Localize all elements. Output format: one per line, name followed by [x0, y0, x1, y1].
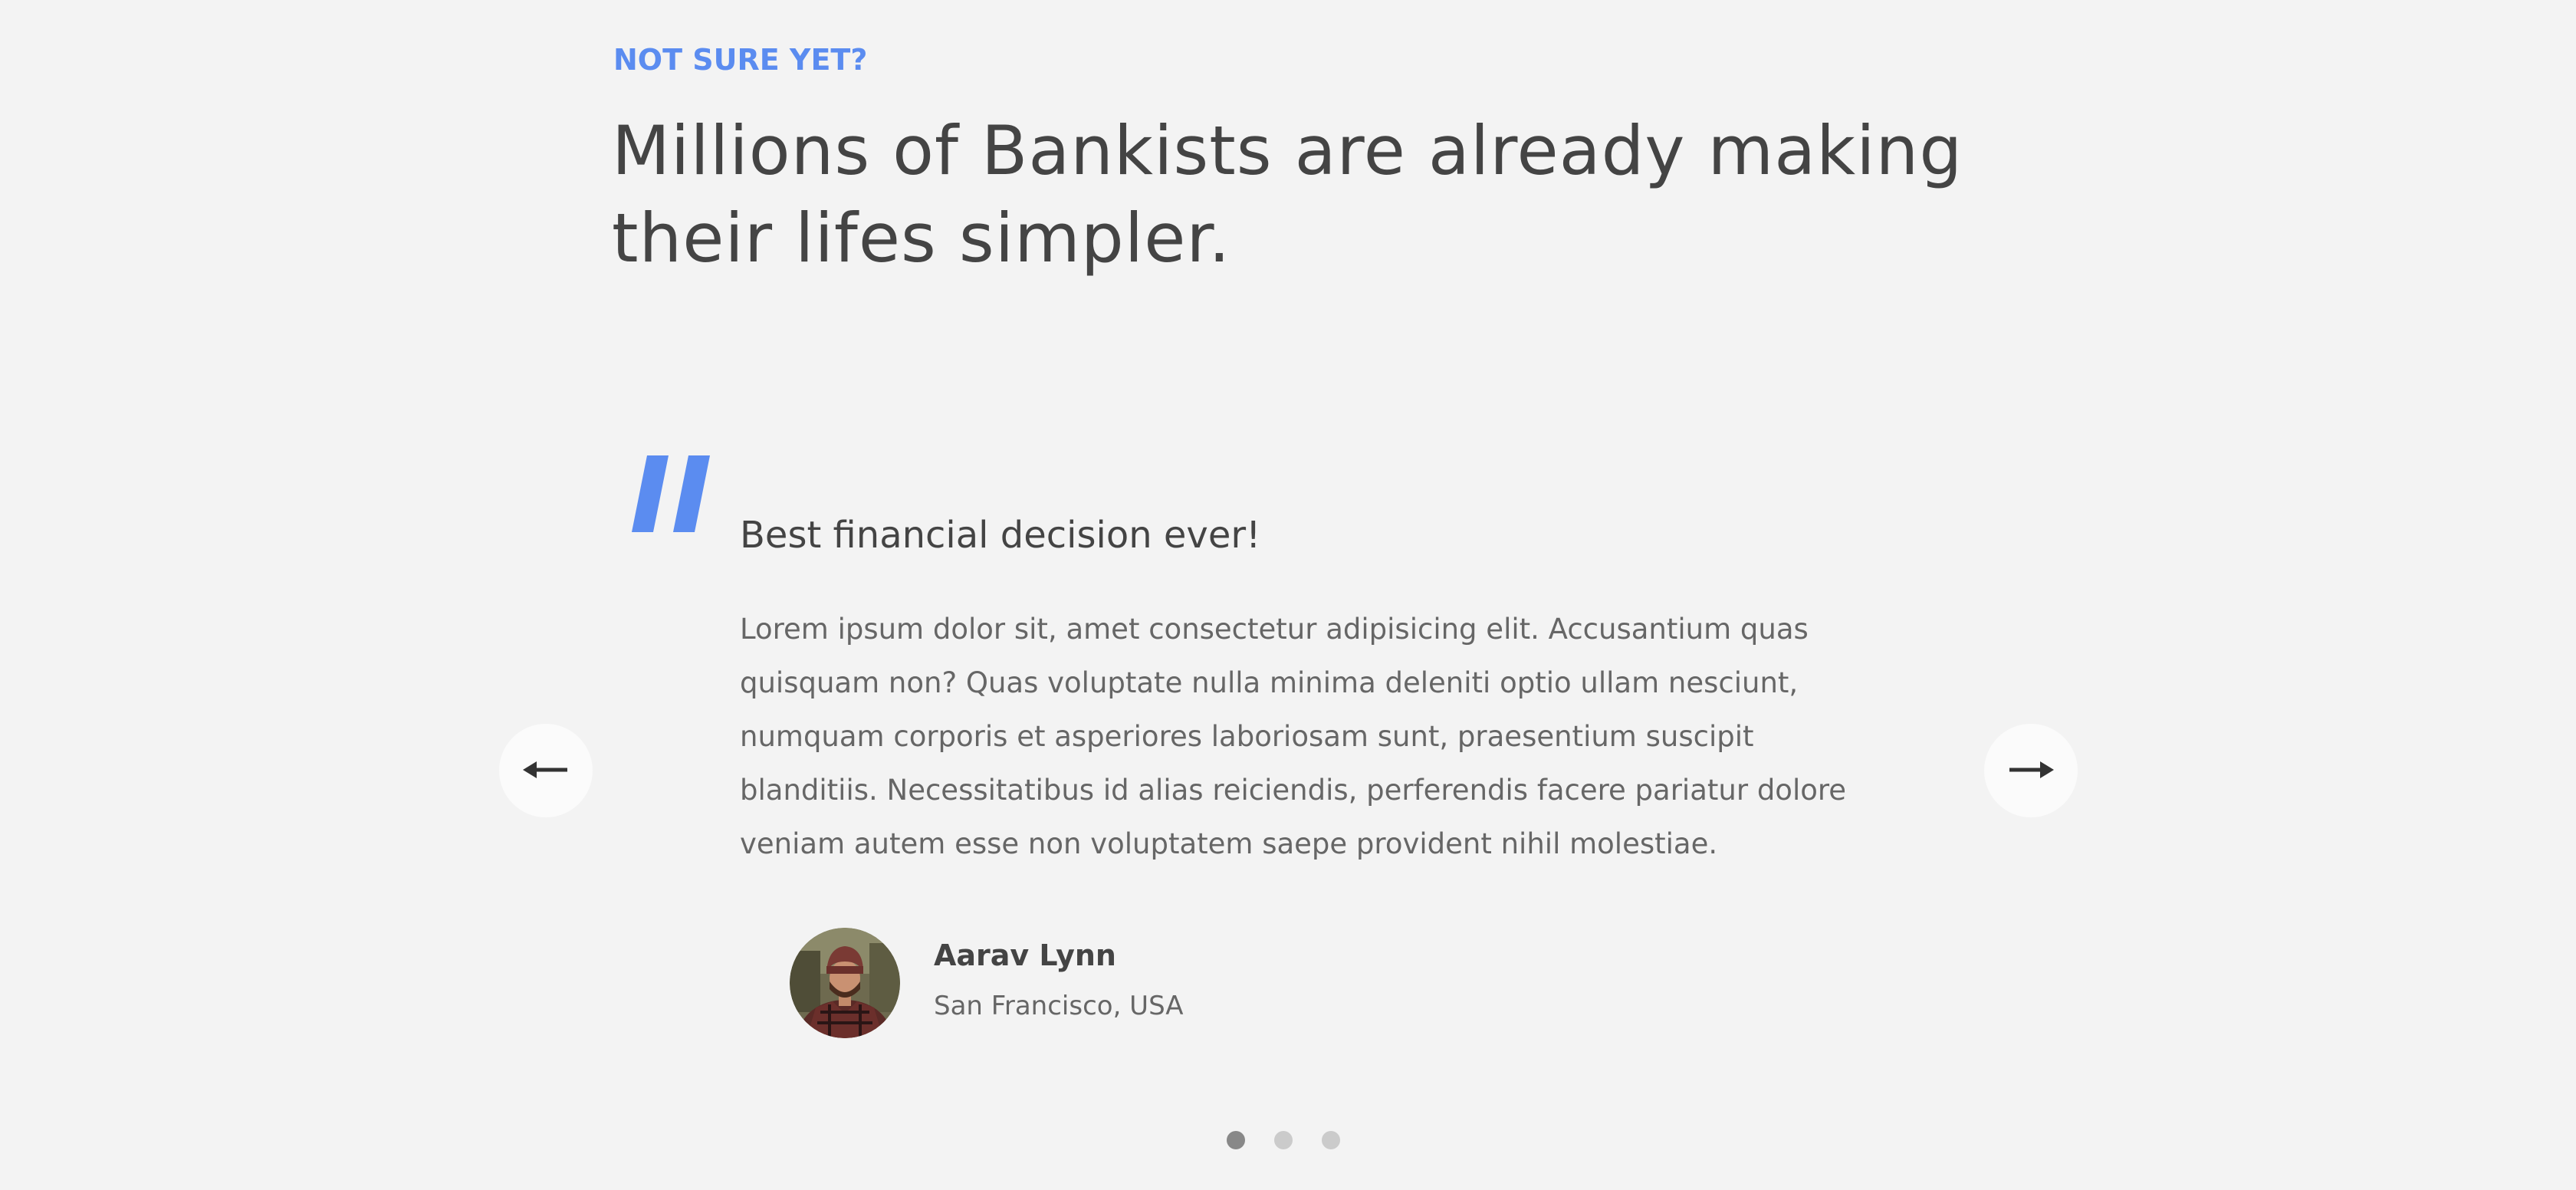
author-name: Aarav Lynn: [934, 939, 1116, 972]
arrow-right-icon: [2008, 758, 2054, 784]
slider-dot-3[interactable]: [1322, 1131, 1340, 1149]
quote-icon: [630, 455, 730, 532]
testimonial-header: Best financial decision ever!: [740, 514, 1261, 557]
slider-next-button[interactable]: [1984, 724, 2078, 817]
section-title: Millions of Bankists are already making …: [612, 111, 1963, 278]
arrow-left-icon: [523, 758, 569, 784]
avatar: [790, 928, 900, 1038]
slider-dot-2[interactable]: [1274, 1131, 1293, 1149]
slider-dot-1[interactable]: [1227, 1131, 1245, 1149]
testimonial-text: Lorem ipsum dolor sit, amet consectetur …: [740, 613, 1847, 860]
section-label: NOT SURE YET?: [613, 43, 868, 77]
slider-prev-button[interactable]: [499, 724, 593, 817]
author-location: San Francisco, USA: [934, 991, 1184, 1021]
slider-dots: [1227, 1131, 1340, 1149]
